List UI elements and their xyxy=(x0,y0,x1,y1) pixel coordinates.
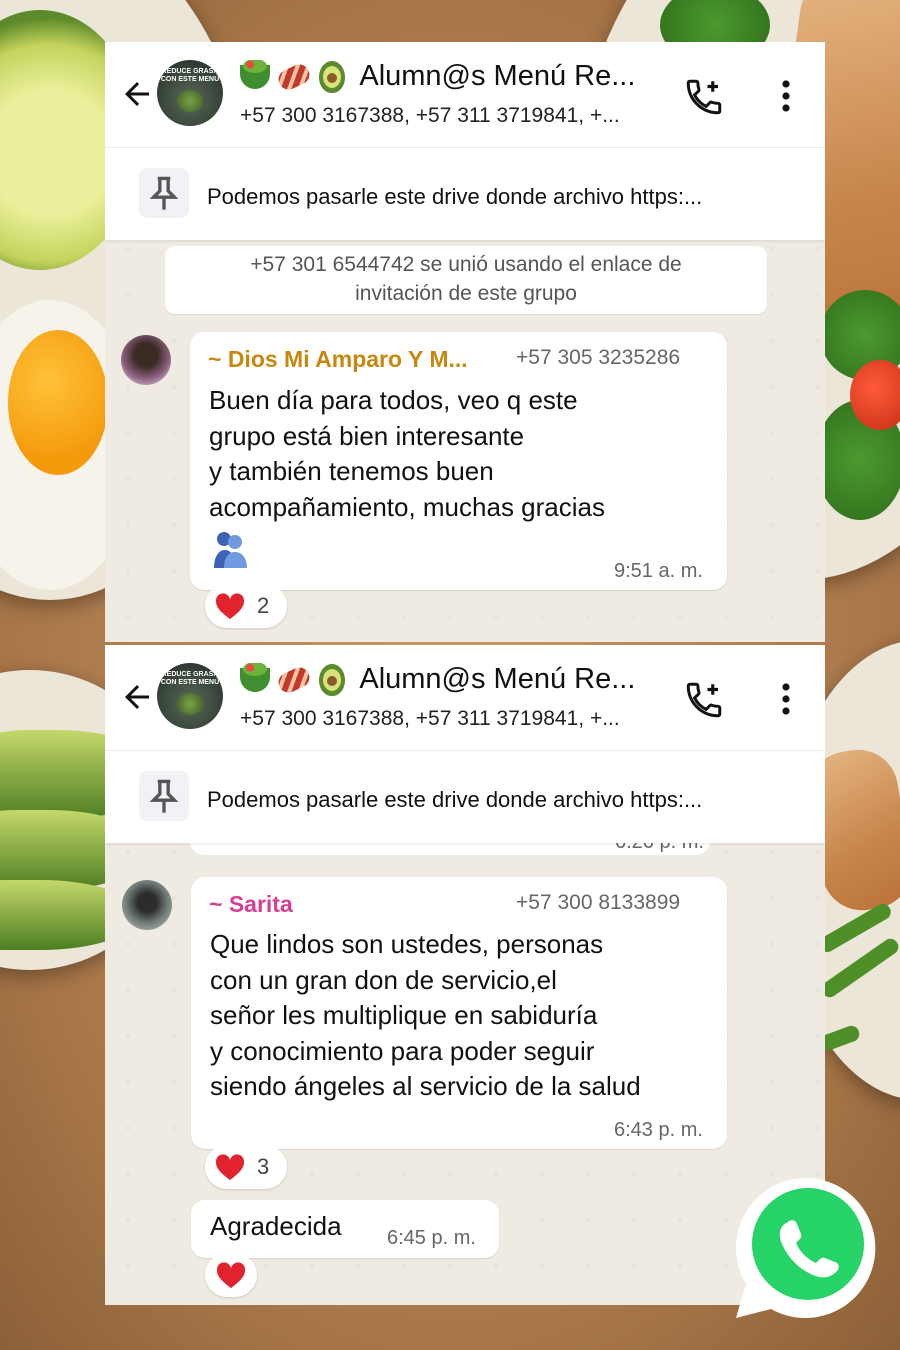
more-options-icon[interactable] xyxy=(771,681,801,717)
pin-icon xyxy=(139,771,189,821)
pinned-message-text: Podemos pasarle este drive donde archivo… xyxy=(207,184,703,209)
group-title: Alumn@s Menú Re... xyxy=(359,60,636,92)
pin-icon xyxy=(139,168,189,218)
bacon-emoji-icon xyxy=(275,60,314,93)
pinned-message-text: Podemos pasarle este drive donde archivo… xyxy=(207,787,703,812)
pinned-message-bar[interactable]: Podemos pasarle este drive donde archivo… xyxy=(105,148,825,240)
reaction-badge[interactable]: 3 xyxy=(205,1145,287,1189)
group-avatar[interactable]: REDUCE GRASA CON ESTE MENÚ xyxy=(157,60,223,126)
message-bubble[interactable]: ~ Sarita +57 300 8133899 Que lindos son … xyxy=(191,877,727,1149)
avocado-emoji-icon xyxy=(318,60,345,93)
group-members: +57 300 3167388, +57 311 3719841, +... xyxy=(240,104,620,127)
reaction-count: 2 xyxy=(257,593,270,618)
message-bubble[interactable]: ~ Dios Mi Amparo Y M... +57 305 3235286 … xyxy=(190,332,727,590)
chat-screenshot-1: REDUCE GRASA CON ESTE MENÚ Alumn@s Menú … xyxy=(105,42,825,642)
message-time: 9:51 a. m. xyxy=(614,560,703,582)
message-text: Que lindos son ustedes, personas con un … xyxy=(210,929,641,1101)
pinned-message-bar[interactable]: Podemos pasarle este drive donde archivo… xyxy=(105,751,825,843)
message-bubble[interactable]: Agradecida 6:45 p. m. xyxy=(191,1200,499,1258)
add-call-icon[interactable] xyxy=(683,76,725,118)
message-time: 6:45 p. m. xyxy=(387,1227,476,1249)
group-title-row[interactable]: Alumn@s Menú Re... xyxy=(240,663,670,701)
hug-emoji-icon xyxy=(214,532,247,568)
chat-header: REDUCE GRASA CON ESTE MENÚ Alumn@s Menú … xyxy=(105,42,825,148)
message-text: Buen día para todos, veo q este grupo es… xyxy=(209,385,605,522)
group-avatar[interactable]: REDUCE GRASA CON ESTE MENÚ xyxy=(157,663,223,729)
sender-phone: +57 300 8133899 xyxy=(516,891,681,914)
heart-icon xyxy=(215,592,245,619)
group-members: +57 300 3167388, +57 311 3719841, +... xyxy=(240,707,620,730)
chat-screenshot-2: 6:26 p. m. REDUCE GRASA CON ESTE MENÚ Al… xyxy=(105,645,825,1305)
avatar[interactable] xyxy=(122,880,172,930)
reaction-count: 3 xyxy=(257,1154,270,1179)
message-text: Agradecida xyxy=(210,1211,342,1241)
avatar[interactable] xyxy=(121,335,171,385)
salad-emoji-icon xyxy=(240,60,270,89)
avocado-emoji-icon xyxy=(318,663,345,696)
sender-name[interactable]: ~ Dios Mi Amparo Y M... xyxy=(208,346,468,373)
salad-emoji-icon xyxy=(240,663,270,692)
heart-icon xyxy=(215,1153,245,1180)
whatsapp-logo-icon xyxy=(736,1178,876,1318)
back-arrow-icon[interactable] xyxy=(119,679,155,715)
message-time: 6:43 p. m. xyxy=(614,1119,703,1141)
more-options-icon[interactable] xyxy=(771,78,801,114)
reaction-badge[interactable]: 2 xyxy=(205,584,287,628)
chat-header: REDUCE GRASA CON ESTE MENÚ Alumn@s Menú … xyxy=(105,645,825,751)
reaction-badge[interactable] xyxy=(205,1253,257,1297)
system-join-message: +57 301 6544742 se unió usando el enlace… xyxy=(165,246,767,314)
add-call-icon[interactable] xyxy=(683,679,725,721)
group-title-row[interactable]: Alumn@s Menú Re... xyxy=(240,60,670,98)
sender-phone: +57 305 3235286 xyxy=(516,346,681,369)
bacon-emoji-icon xyxy=(275,663,314,696)
heart-icon xyxy=(216,1261,246,1288)
group-title: Alumn@s Menú Re... xyxy=(359,663,636,695)
sender-name[interactable]: ~ Sarita xyxy=(209,891,293,918)
back-arrow-icon[interactable] xyxy=(119,76,155,112)
